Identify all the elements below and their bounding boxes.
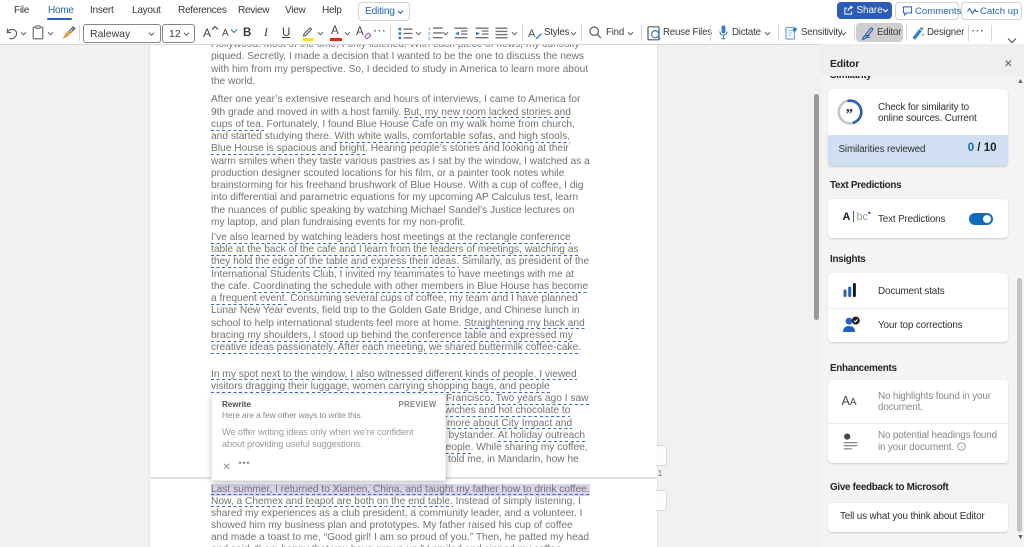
svg-text:A: A	[528, 28, 536, 40]
svg-text:3: 3	[428, 36, 431, 40]
svg-text:i: i	[960, 444, 961, 450]
svg-text:”: ”	[845, 106, 852, 122]
